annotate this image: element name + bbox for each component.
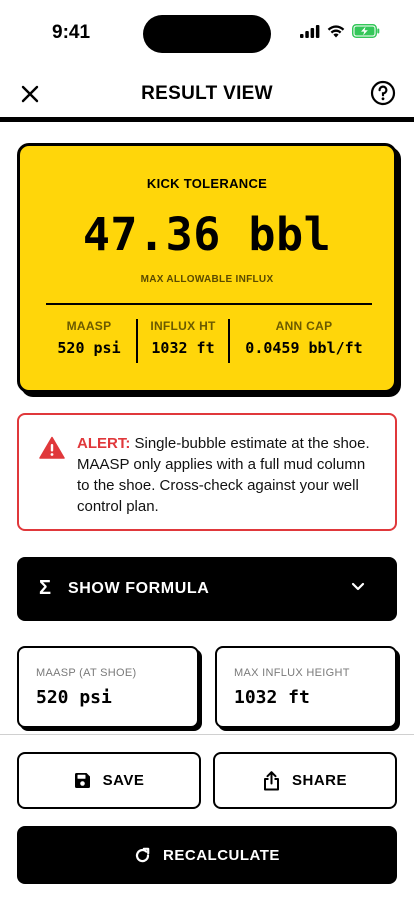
stat-label: MAASP bbox=[66, 319, 112, 333]
recalculate-label: RECALCULATE bbox=[163, 846, 280, 864]
stat-annular-capacity: ANN CAP 0.0459 bbl/ft bbox=[228, 319, 378, 363]
stat-influx-height: INFLUX HT 1032 ft bbox=[136, 319, 228, 363]
result-stats: MAASP 520 psi INFLUX HT 1032 ft ANN CAP … bbox=[42, 319, 378, 363]
status-bar: 9:41 bbox=[0, 0, 414, 64]
save-label: SAVE bbox=[102, 772, 145, 789]
show-formula-toggle[interactable]: Σ SHOW FORMULA bbox=[17, 557, 397, 621]
alert-prefix: ALERT: bbox=[77, 435, 131, 452]
kick-tolerance-card: KICK TOLERANCE 47.36 bbl MAX ALLOWABLE I… bbox=[17, 143, 397, 393]
status-icons bbox=[300, 24, 380, 38]
warning-icon bbox=[39, 436, 65, 459]
stat-value: 1032 ft bbox=[151, 339, 215, 357]
refresh-icon bbox=[135, 847, 150, 862]
stat-label: ANN CAP bbox=[275, 319, 333, 333]
show-formula-label: SHOW FORMULA bbox=[68, 580, 210, 597]
cellular-signal-icon bbox=[300, 24, 320, 38]
sigma-icon: Σ bbox=[39, 577, 52, 599]
result-value: 47.36 bbl bbox=[82, 208, 332, 261]
dynamic-island bbox=[143, 15, 271, 53]
chevron-down-icon bbox=[351, 582, 365, 591]
alert-box: ALERT: Single-bubble estimate at the sho… bbox=[17, 413, 397, 531]
maasp-card: MAASP (AT SHOE) 520 psi bbox=[17, 646, 199, 728]
maasp-card-label: MAASP (AT SHOE) bbox=[36, 667, 137, 679]
maasp-card-value: 520 psi bbox=[36, 687, 112, 708]
save-button[interactable]: SAVE bbox=[17, 752, 201, 809]
result-divider bbox=[46, 303, 372, 305]
save-icon bbox=[74, 773, 90, 788]
wifi-icon bbox=[327, 24, 345, 37]
stat-maasp: MAASP 520 psi bbox=[42, 319, 136, 363]
max-influx-height-value: 1032 ft bbox=[234, 687, 310, 708]
page-title: RESULT VIEW bbox=[141, 83, 273, 104]
battery-charging-icon bbox=[352, 24, 380, 38]
status-time: 9:41 bbox=[52, 22, 91, 43]
recalculate-button[interactable]: RECALCULATE bbox=[17, 826, 397, 884]
share-button[interactable]: SHARE bbox=[213, 752, 397, 809]
stat-value: 520 psi bbox=[57, 339, 121, 357]
stat-value: 0.0459 bbl/ft bbox=[245, 339, 363, 357]
stat-label: INFLUX HT bbox=[150, 319, 216, 333]
result-label: KICK TOLERANCE bbox=[146, 176, 268, 191]
help-icon[interactable] bbox=[370, 80, 396, 106]
alert-text: ALERT: Single-bubble estimate at the sho… bbox=[77, 433, 381, 517]
max-influx-height-card: MAX INFLUX HEIGHT 1032 ft bbox=[215, 646, 397, 728]
max-influx-height-label: MAX INFLUX HEIGHT bbox=[234, 667, 350, 679]
share-icon bbox=[263, 770, 279, 790]
top-app-bar: RESULT VIEW bbox=[0, 64, 414, 122]
share-label: SHARE bbox=[291, 772, 347, 789]
result-sublabel: MAX ALLOWABLE INFLUX bbox=[140, 274, 274, 285]
